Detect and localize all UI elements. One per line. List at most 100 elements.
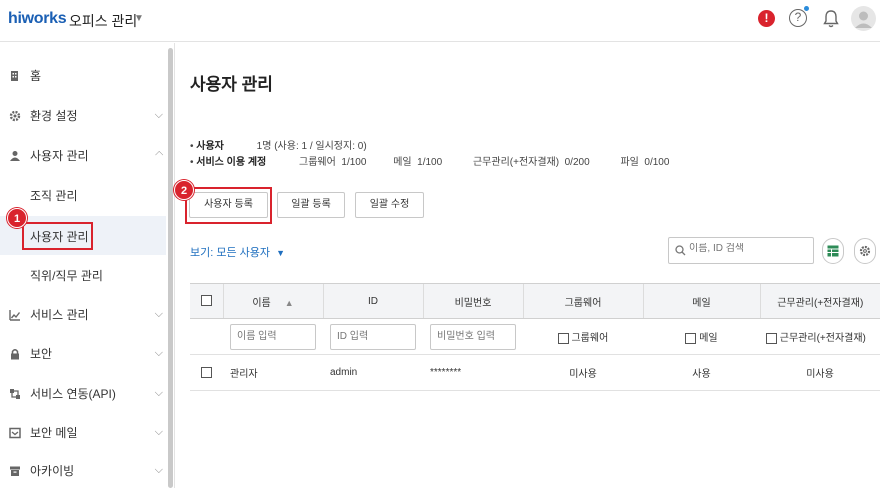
search-icon	[675, 245, 686, 256]
sidebar-item-label: 서비스 관리	[30, 308, 89, 322]
sidebar-item-user-management[interactable]: 사용자 관리 ⌵	[0, 136, 166, 175]
search-input[interactable]	[689, 243, 807, 254]
attendance-filter-checkbox[interactable]	[766, 332, 777, 344]
notification-dot	[804, 6, 809, 11]
person-icon	[10, 150, 20, 161]
chevron-down-icon: ⌵	[154, 109, 163, 121]
api-icon	[10, 388, 20, 399]
bulk-register-button[interactable]: 일괄 등록	[277, 192, 345, 218]
chevron-down-icon: ⌵	[154, 464, 163, 476]
summary-mail: 메일 1/100	[393, 157, 443, 168]
column-header-id: ID	[322, 283, 423, 319]
select-all-cell	[190, 283, 223, 319]
filter-attendance-cell[interactable]: 근무관리(+전자결재)	[760, 318, 880, 355]
users-table: 이름 ▲ ID 비밀번호 그룹웨어 메일 근무관리(+전자결재) 그룹웨어 메일 …	[190, 283, 880, 391]
sidebar-item-archiving[interactable]: 아카이빙 ⌵	[0, 451, 166, 490]
hiworks-logo[interactable]: hiworks	[8, 10, 67, 28]
column-header-label: 이름	[252, 297, 271, 309]
password-filter-input[interactable]	[430, 323, 516, 350]
gear-icon	[859, 245, 871, 257]
gear-icon	[9, 110, 21, 121]
filter-groupware-label: 그룹웨어	[571, 333, 609, 344]
alert-icon[interactable]: !	[758, 10, 775, 27]
groupware-filter-checkbox[interactable]	[557, 332, 569, 344]
settings-button[interactable]	[854, 238, 876, 264]
spreadsheet-icon	[827, 245, 839, 257]
sidebar-subitem-label: 직위/직무 관리	[30, 269, 103, 283]
chart-icon	[9, 309, 21, 321]
chevron-down-icon: ⌵	[154, 347, 163, 359]
caret-down-icon: ▼	[276, 248, 285, 258]
building-icon	[11, 70, 18, 81]
cell-groupware: 미사용	[523, 354, 643, 391]
step-marker-1: 1	[7, 208, 27, 228]
bell-icon[interactable]	[822, 9, 840, 29]
sidebar-item-service[interactable]: 서비스 관리 ⌵	[0, 295, 166, 334]
view-filter-label: 보기: 모든 사용자	[190, 247, 271, 259]
filter-groupware-cell[interactable]: 그룹웨어	[523, 318, 643, 355]
archive-icon	[10, 466, 20, 476]
chevron-down-icon: ⌵	[154, 308, 163, 320]
filter-id-cell	[323, 318, 423, 355]
bulk-edit-button[interactable]: 일괄 수정	[355, 192, 424, 218]
sidebar-subitem-label: 사용자 관리	[22, 221, 93, 250]
table-header-row: 이름 ▲ ID 비밀번호 그룹웨어 메일 근무관리(+전자결재)	[190, 283, 880, 319]
column-header-password: 비밀번호	[422, 283, 523, 319]
id-filter-input[interactable]	[330, 323, 416, 350]
page-title: 사용자 관리	[190, 75, 273, 94]
summary-file: 파일 0/100	[620, 157, 670, 168]
cell-id: admin	[323, 354, 423, 391]
table-filter-row: 그룹웨어 메일 근무관리(+전자결재)	[190, 318, 880, 355]
sidebar-item-secure-mail[interactable]: 보안 메일 ⌵	[0, 413, 166, 452]
avatar[interactable]	[851, 6, 876, 31]
excel-export-button[interactable]	[822, 238, 844, 264]
app-switcher-label[interactable]: 오피스 관리	[69, 11, 137, 31]
help-icon[interactable]: ?	[789, 9, 807, 27]
summary-groupware: 그룹웨어 1/100	[299, 157, 367, 168]
column-header-attendance: 근무관리(+전자결재)	[759, 283, 880, 319]
sidebar-subitem-positions[interactable]: 직위/직무 관리	[0, 256, 166, 295]
sidebar-item-security[interactable]: 보안 ⌵	[0, 334, 166, 373]
sidebar-item-label: 홈	[30, 69, 42, 83]
sidebar-item-label: 보안	[30, 347, 53, 361]
column-header-groupware: 그룹웨어	[522, 283, 643, 319]
select-all-checkbox[interactable]	[200, 295, 212, 307]
register-user-button[interactable]: 사용자 등록	[189, 192, 268, 218]
sidebar: 홈 환경 설정 ⌵ 사용자 관리 ⌵ 조직 관리 사용자 관리 직위/직무 관리…	[0, 43, 175, 488]
sidebar-item-label: 아카이빙	[30, 464, 75, 478]
sidebar-item-api[interactable]: 서비스 연동(API) ⌵	[0, 374, 166, 413]
view-filter-dropdown[interactable]: 보기: 모든 사용자 ▼	[190, 244, 285, 260]
caret-down-icon[interactable]: ▼	[134, 13, 144, 24]
summary-users-label: 사용자	[196, 141, 224, 152]
column-header-name[interactable]: 이름 ▲	[222, 283, 323, 319]
filter-mail-cell[interactable]: 메일	[643, 318, 760, 355]
sidebar-item-label: 보안 메일	[30, 426, 78, 440]
sidebar-scrollbar[interactable]	[168, 48, 173, 488]
summary-attendance: 근무관리(+전자결재) 0/200	[472, 157, 590, 168]
cell-name[interactable]: 관리자	[223, 354, 323, 391]
filter-attendance-label: 근무관리(+전자결재)	[779, 333, 866, 344]
table-row[interactable]: 관리자 admin ******** 미사용 사용 미사용	[190, 354, 880, 391]
cell-attendance: 미사용	[760, 354, 880, 391]
lock-icon	[11, 348, 19, 359]
summary-service-accounts: • 서비스 이용 계정 그룹웨어 1/100 메일 1/100 근무관리(+전자…	[190, 157, 670, 168]
sort-asc-icon[interactable]: ▲	[285, 298, 294, 308]
row-select-cell	[190, 354, 223, 391]
mail-icon	[9, 427, 21, 438]
sidebar-subitem-organization[interactable]: 조직 관리	[0, 176, 166, 215]
cell-mail: 사용	[643, 354, 760, 391]
sidebar-item-home[interactable]: 홈	[0, 56, 166, 95]
cell-password: ********	[423, 354, 523, 391]
sidebar-item-label: 환경 설정	[30, 109, 78, 123]
name-filter-input[interactable]	[230, 323, 316, 350]
summary-users: • 사용자 1명 (사용: 1 / 일시정지: 0)	[190, 141, 367, 152]
search-box[interactable]	[668, 237, 814, 264]
chevron-up-icon: ⌵	[154, 148, 163, 160]
step-marker-2: 2	[174, 180, 194, 200]
filter-password-cell	[423, 318, 523, 355]
sidebar-subitem-label: 조직 관리	[30, 189, 78, 203]
sidebar-item-settings[interactable]: 환경 설정 ⌵	[0, 96, 166, 135]
filter-mail-label: 메일	[699, 333, 718, 344]
mail-filter-checkbox[interactable]	[685, 332, 697, 344]
row-checkbox[interactable]	[201, 366, 212, 378]
